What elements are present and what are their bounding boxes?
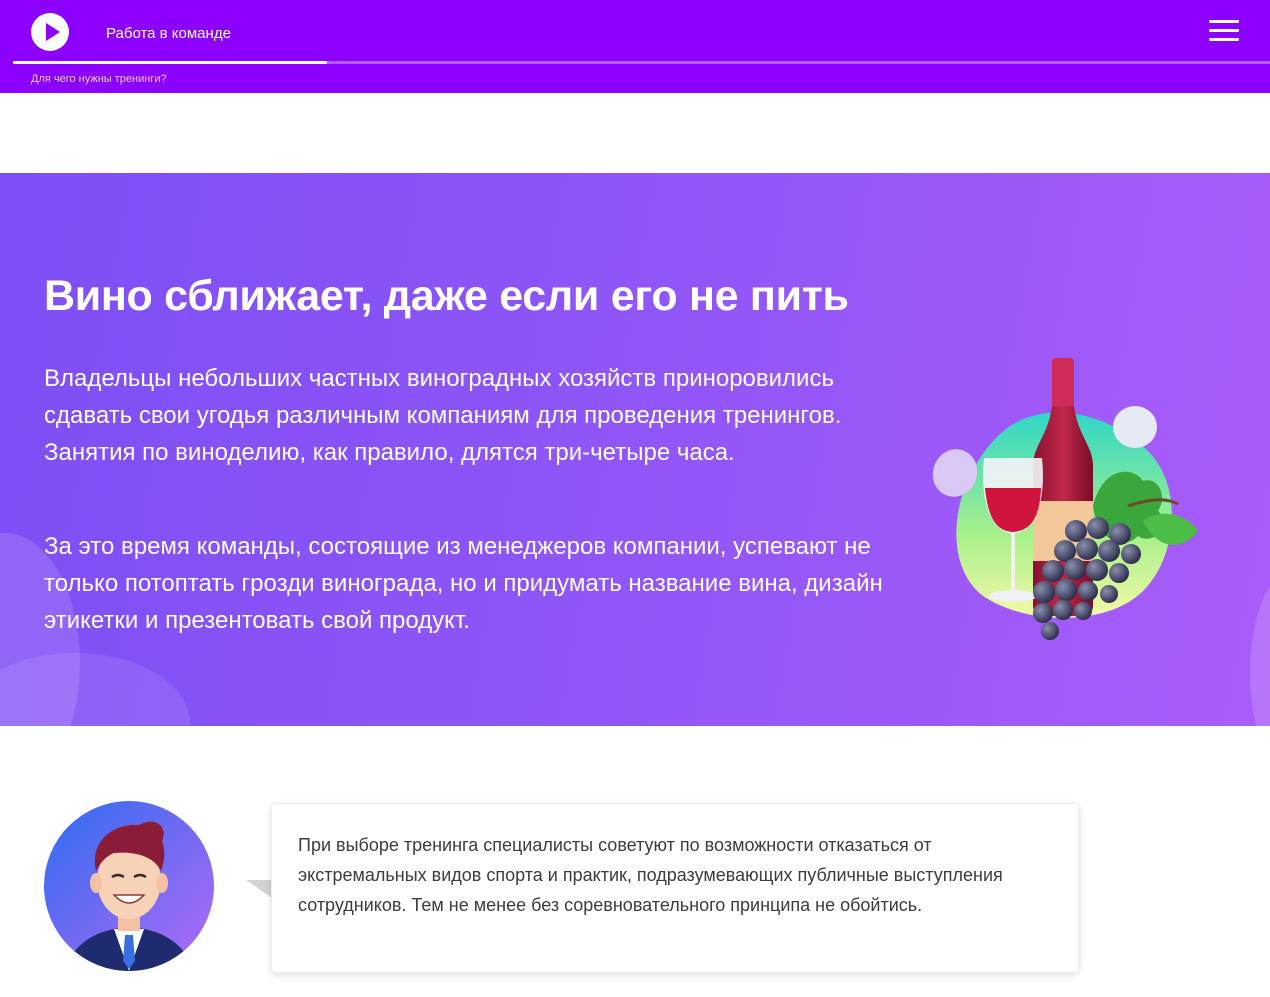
progress-fill — [13, 61, 328, 64]
course-title: Работа в команде — [106, 25, 231, 42]
play-button[interactable] — [31, 13, 69, 51]
hero-section: Вино сближает, даже если его не пить Вла… — [0, 173, 1270, 726]
menu-button[interactable] — [1207, 18, 1241, 44]
decorative-blob — [0, 653, 190, 726]
section-label: Для чего нужны тренинги? — [31, 73, 167, 85]
speech-bubble-tail — [246, 880, 272, 898]
top-bar: Работа в команде Для чего нужны тренинги… — [0, 0, 1270, 93]
hero-paragraph-1: Владельцы небольших частных виноградных … — [44, 365, 842, 466]
expert-quote-bubble: При выборе тренинга специалисты советуют… — [271, 803, 1079, 973]
hero-paragraph-2: За это время команды, состоящие из менед… — [44, 533, 883, 634]
expert-quote-text: При выборе тренинга специалисты советуют… — [298, 835, 1003, 915]
play-icon — [46, 23, 60, 41]
hamburger-menu-icon — [1209, 20, 1239, 23]
hamburger-line — [1209, 38, 1239, 41]
hero-title: Вино сближает, даже если его не пить — [44, 272, 849, 320]
avatar-image — [44, 801, 214, 971]
businessman-avatar — [44, 801, 214, 971]
progress-bar — [13, 61, 1270, 64]
wine-bottle-glass-grapes-illustration — [932, 358, 1198, 640]
hamburger-line — [1209, 29, 1239, 32]
decorative-blob — [1250, 573, 1270, 726]
